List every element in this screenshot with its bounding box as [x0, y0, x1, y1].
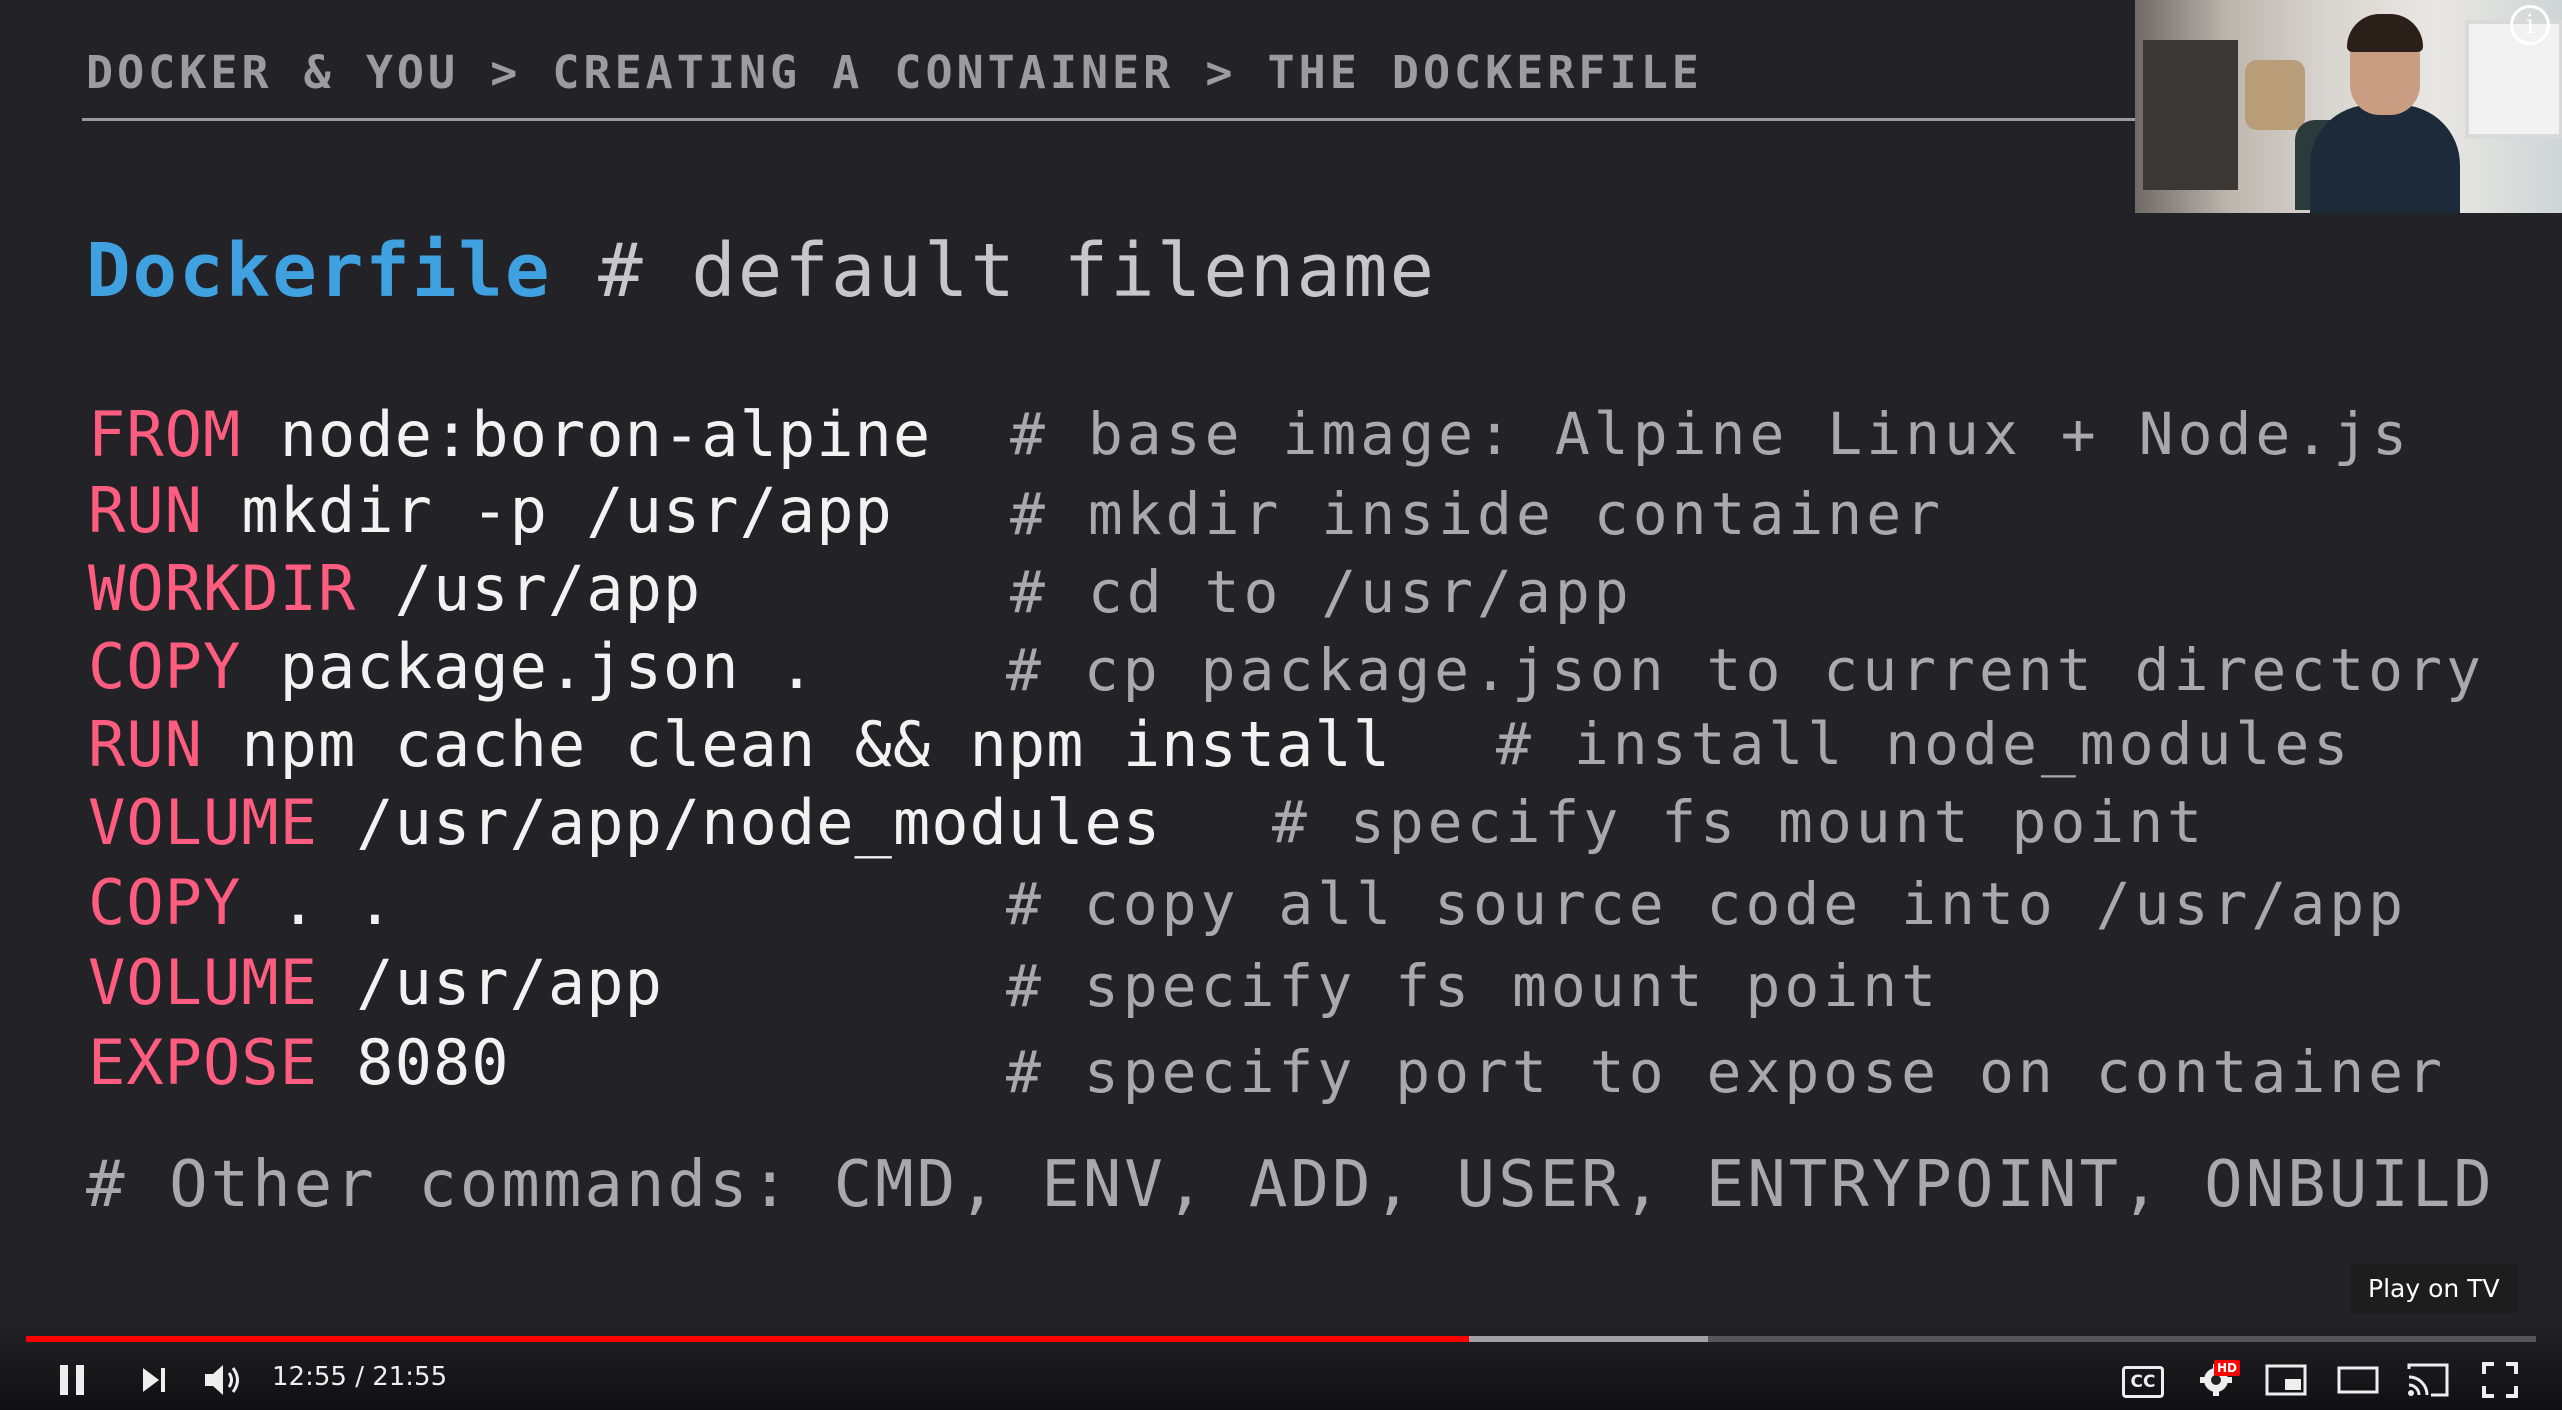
presenter-body: [2310, 105, 2460, 213]
code-line: RUN npm cache clean && npm install: [88, 708, 1391, 781]
code-line: COPY . .: [88, 866, 395, 939]
instruction-keyword: EXPOSE: [88, 1026, 318, 1099]
code-comment: # specify fs mount point: [1006, 952, 1941, 1020]
code-line: COPY package.json .: [88, 630, 816, 703]
code-line: FROM node:boron-alpine: [88, 398, 931, 471]
time-display: 12:55 / 21:55: [272, 1362, 448, 1392]
cast-button[interactable]: [2406, 1358, 2450, 1402]
webcam-bag: [2245, 60, 2305, 130]
code-line: WORKDIR /usr/app: [88, 552, 701, 625]
theater-icon: [2337, 1366, 2379, 1394]
instruction-keyword: COPY: [88, 630, 242, 703]
slide-title: Dockerfile # default filename: [86, 228, 1436, 314]
webcam-shelf: [2143, 40, 2238, 190]
instruction-keyword: VOLUME: [88, 946, 318, 1019]
code-comment: # copy all source code into /usr/app: [1006, 870, 2408, 938]
instruction-keyword: VOLUME: [88, 786, 318, 859]
webcam-window: [2465, 20, 2562, 138]
title-comment: # default filename: [598, 228, 1437, 314]
volume-icon: [205, 1365, 239, 1395]
instruction-keyword: RUN: [88, 474, 203, 547]
breadcrumb: DOCKER & YOU > CREATING A CONTAINER > TH…: [86, 46, 1703, 99]
miniplayer-button[interactable]: [2264, 1358, 2308, 1402]
next-button[interactable]: [136, 1358, 172, 1402]
presenter-hair: [2347, 14, 2423, 52]
progress-played: [26, 1336, 1469, 1342]
instruction-keyword: WORKDIR: [88, 552, 357, 625]
fullscreen-button[interactable]: [2480, 1358, 2520, 1402]
other-commands: # Other commands: CMD, ENV, ADD, USER, E…: [86, 1148, 2495, 1222]
next-icon: [143, 1368, 165, 1392]
code-comment: # base image: Alpine Linux + Node.js: [1010, 400, 2412, 468]
cast-icon: [2407, 1363, 2449, 1397]
code-line: VOLUME /usr/app: [88, 946, 663, 1019]
instruction-keyword: FROM: [88, 398, 242, 471]
code-line: VOLUME /usr/app/node_modules: [88, 786, 1161, 859]
theater-button[interactable]: [2336, 1358, 2380, 1402]
instruction-argument: npm cache clean && npm install: [241, 708, 1392, 781]
captions-icon[interactable]: CC: [2122, 1366, 2164, 1398]
instruction-argument: mkdir -p /usr/app: [241, 474, 893, 547]
code-comment: # install node_modules: [1496, 710, 2353, 778]
instruction-argument: /usr/app: [356, 946, 663, 1019]
code-comment: # cd to /usr/app: [1010, 558, 1633, 626]
instruction-argument: /usr/app/node_modules: [356, 786, 1162, 859]
miniplayer-icon: [2265, 1364, 2307, 1396]
code-comment: # specify port to expose on container: [1006, 1038, 2447, 1106]
code-line: EXPOSE 8080: [88, 1026, 510, 1099]
code-comment: # mkdir inside container: [1010, 480, 1945, 548]
instruction-argument: /usr/app: [394, 552, 702, 625]
pause-button[interactable]: [54, 1358, 90, 1402]
code-comment: # cp package.json to current directory: [1006, 636, 2485, 704]
play-on-tv-tooltip: Play on TV: [2350, 1264, 2518, 1313]
volume-button[interactable]: [202, 1358, 246, 1402]
hd-badge: HD: [2214, 1360, 2241, 1376]
webcam-overlay: i: [2135, 0, 2562, 213]
instruction-keyword: RUN: [88, 708, 203, 781]
info-icon[interactable]: i: [2510, 5, 2550, 45]
breadcrumb-divider: [82, 118, 2142, 121]
code-comment: # specify fs mount point: [1272, 788, 2207, 856]
instruction-argument: . .: [279, 866, 395, 939]
instruction-argument: node:boron-alpine: [279, 398, 932, 471]
title-filename: Dockerfile: [86, 228, 552, 314]
fullscreen-icon: [2482, 1362, 2518, 1398]
code-line: RUN mkdir -p /usr/app: [88, 474, 893, 547]
instruction-argument: 8080: [356, 1026, 510, 1099]
instruction-keyword: COPY: [88, 866, 242, 939]
pause-icon: [60, 1365, 84, 1395]
instruction-argument: package.json .: [279, 630, 817, 703]
